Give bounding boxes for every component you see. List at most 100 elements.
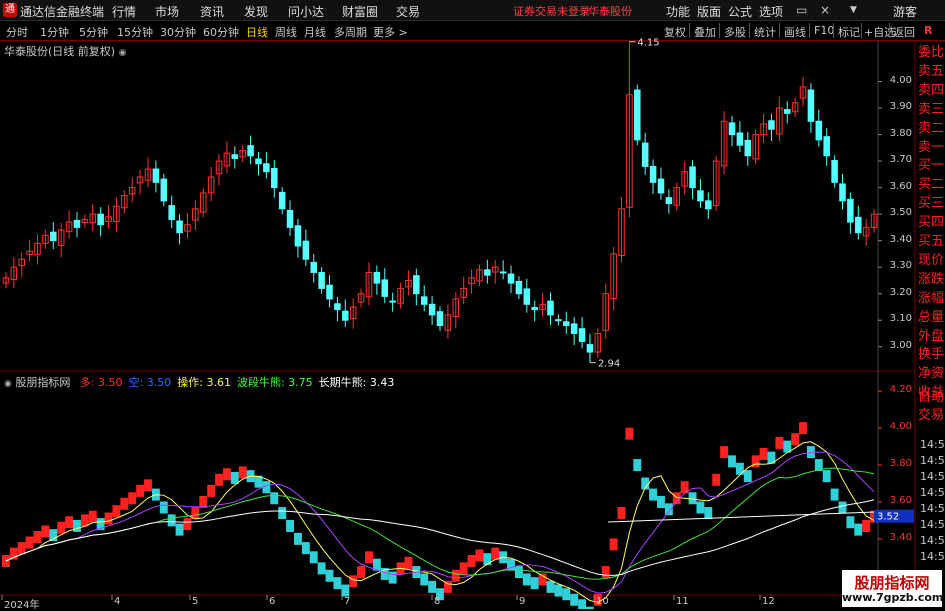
candle-body (373, 271, 381, 284)
menu-wealth[interactable]: 财富圈 (342, 3, 378, 20)
btn-restore-rights[interactable]: 复权 (664, 24, 686, 40)
menu-quotes[interactable]: 行情 (112, 3, 136, 20)
period-intraday[interactable]: 分时 (6, 24, 28, 40)
kline-chart[interactable]: 4.152.943.52 (0, 0, 945, 609)
indicator-bar (791, 433, 800, 446)
period-monthly[interactable]: 月线 (304, 24, 326, 40)
menu-trade[interactable]: 交易 (396, 3, 420, 20)
period-1min[interactable]: 1分钟 (40, 24, 69, 40)
candle-body (294, 225, 302, 247)
period-more[interactable]: 更多 > (373, 24, 408, 40)
r-icon[interactable]: R (924, 24, 932, 37)
candle-body (278, 191, 286, 210)
candle-body (783, 109, 791, 114)
indicator-bar (554, 584, 563, 597)
user-label[interactable]: 游客 (893, 3, 917, 20)
candle-body (89, 213, 97, 224)
y-tick-label: 3.70 (889, 154, 912, 166)
indicator-bar (451, 569, 460, 582)
candle-body (18, 258, 25, 267)
indicator-value-2: 操作: 3.61 (177, 376, 231, 389)
candle-body (847, 198, 854, 223)
btn-add-watchlist[interactable]: +自选 (864, 24, 895, 40)
candle-body (610, 253, 617, 299)
btn-f10[interactable]: F10 (814, 24, 834, 37)
indicator-bar (641, 477, 650, 490)
menu-news[interactable]: 资讯 (200, 3, 224, 20)
candle-body (862, 226, 870, 237)
btn-multi-stock[interactable]: 多股 (724, 24, 746, 40)
indicator-bar (672, 492, 681, 505)
candle-body (144, 168, 152, 181)
indicator-bar (404, 556, 413, 569)
menu-market[interactable]: 市场 (155, 3, 179, 20)
x-tick-label: 8 (434, 596, 441, 607)
tool-options[interactable]: 选项 (759, 3, 783, 20)
indicator-bar (822, 470, 831, 483)
candle-body (113, 205, 120, 223)
indicator-bar (88, 510, 97, 523)
indicator-bar (215, 473, 223, 486)
current-value-text: 3.52 (877, 512, 899, 523)
period-15min[interactable]: 15分钟 (117, 24, 153, 40)
tick-time: 14:56 (920, 550, 945, 563)
chevron-down-icon[interactable]: ▼ (850, 5, 857, 15)
indicator-bar (475, 549, 484, 562)
candle-body (420, 296, 428, 305)
menu-ask[interactable]: 问小达 (288, 3, 324, 20)
close-icon[interactable]: × (820, 3, 830, 17)
candle-body (318, 271, 325, 289)
indicator-bar (649, 488, 658, 501)
period-weekly[interactable]: 周线 (275, 24, 297, 40)
auto-label[interactable]: 自动 (918, 386, 944, 405)
tick-time: 14:56 (920, 502, 945, 515)
restore-icon[interactable]: ▭ (796, 3, 807, 17)
candle-body (563, 321, 570, 327)
app-title: 通达信金融终端 (20, 5, 105, 19)
login-status[interactable]: 证券交易未登录 (513, 3, 590, 19)
indicator-bar (65, 516, 74, 529)
app-logo-icon: 通 (3, 3, 17, 17)
y-tick-label: 3.20 (889, 286, 912, 298)
low-label: 2.94 (598, 359, 620, 370)
tool-function[interactable]: 功能 (666, 3, 690, 20)
indicator-bar (325, 569, 334, 582)
btn-mark[interactable]: 标记 (838, 24, 860, 40)
candle-body (744, 139, 752, 157)
btn-draw[interactable]: 画线 (784, 24, 806, 40)
indicator-bar (380, 567, 389, 580)
candle-body (381, 279, 389, 297)
indicator-bar (278, 507, 287, 520)
candle-body (712, 160, 720, 207)
indicator-bar (301, 542, 310, 555)
period-60min[interactable]: 60分钟 (203, 24, 239, 40)
chart-title[interactable]: 华泰股份(日线 前复权) ◉ (4, 43, 126, 59)
indicator-bar (238, 466, 247, 479)
trade-label[interactable]: 交易 (918, 404, 944, 423)
candle-body (57, 229, 65, 246)
btn-statistics[interactable]: 统计 (754, 24, 776, 40)
indicator-bar (601, 566, 610, 579)
candle-body (168, 205, 175, 220)
tool-layout[interactable]: 版面 (697, 3, 721, 20)
period-multi[interactable]: 多周期 (334, 24, 367, 40)
btn-back[interactable]: 返回 (893, 24, 915, 40)
candle-body (184, 224, 191, 232)
divider (689, 23, 690, 38)
btn-overlay[interactable]: 叠加 (694, 24, 716, 40)
chevron-down-icon[interactable]: ◉ (119, 48, 127, 58)
candle-body (476, 269, 483, 282)
tool-formula[interactable]: 公式 (728, 3, 752, 20)
candle-body (97, 213, 104, 226)
indicator-bar (412, 566, 421, 579)
menu-discover[interactable]: 发现 (244, 3, 268, 20)
period-30min[interactable]: 30分钟 (160, 24, 196, 40)
settings-icon[interactable]: ◉ (4, 379, 12, 389)
indicator-header[interactable]: ◉ 股朋指标网 多: 3.50 空: 3.50 操作: 3.61 波段牛熊: 3.75… (4, 374, 394, 390)
indicator-bar (191, 507, 200, 520)
indicator-bar (357, 566, 366, 579)
indicator-bar (183, 518, 192, 531)
period-5min[interactable]: 5分钟 (79, 24, 108, 40)
candle-body (436, 311, 444, 327)
period-daily[interactable]: 日线 (246, 24, 268, 40)
